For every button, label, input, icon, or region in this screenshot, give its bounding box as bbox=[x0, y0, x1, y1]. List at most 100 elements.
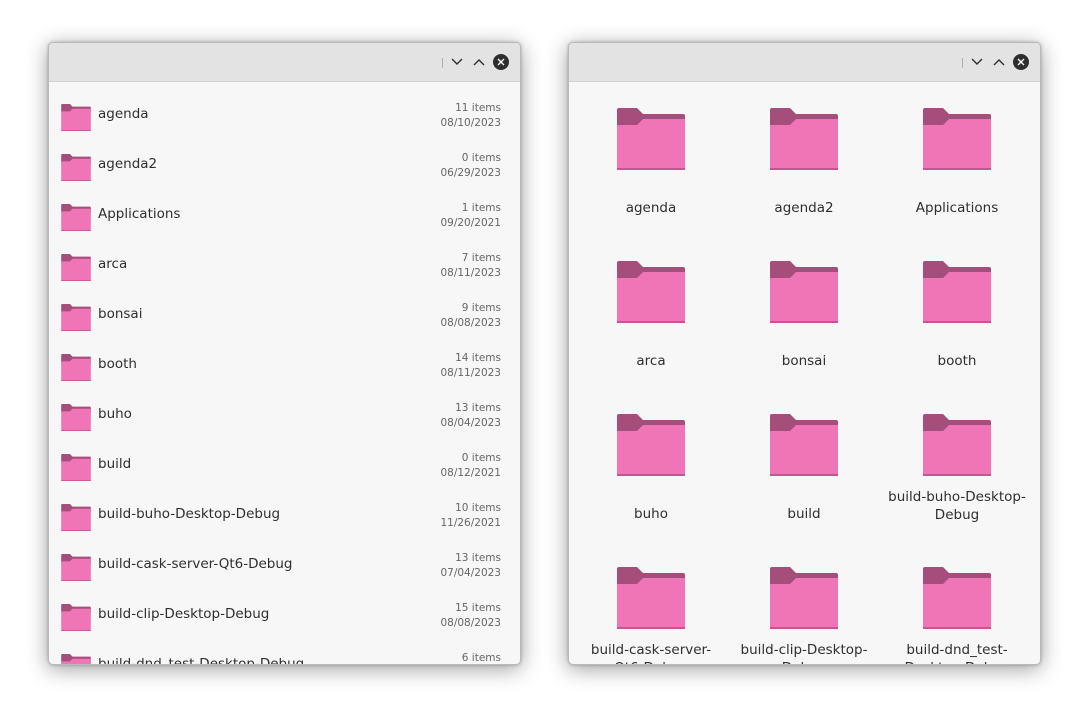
minimize-button[interactable] bbox=[447, 52, 467, 72]
item-count: 11 items bbox=[455, 102, 501, 114]
folder-icon-wrap bbox=[923, 414, 991, 480]
item-count: 10 items bbox=[455, 502, 501, 514]
item-name: Applications bbox=[98, 206, 181, 222]
list-item[interactable]: Applications 1 items 09/20/2021 bbox=[49, 188, 520, 238]
list-item[interactable]: build-clip-Desktop-Debug 15 items 08/08/20… bbox=[49, 588, 520, 638]
folder-icon bbox=[61, 204, 91, 231]
grid-item[interactable]: build-buho-Desktop-Debug bbox=[882, 390, 1032, 540]
folder-icon bbox=[617, 414, 685, 476]
grid-item[interactable]: booth bbox=[882, 237, 1032, 387]
titlebar[interactable] bbox=[569, 43, 1040, 82]
folder-icon bbox=[770, 261, 838, 323]
list-item[interactable]: build-cask-server-Qt6-Debug 13 items 07/04… bbox=[49, 538, 520, 588]
item-meta: 0 items 06/29/2023 bbox=[440, 151, 501, 181]
titlebar-separator bbox=[442, 58, 443, 68]
folder-icon-wrap bbox=[61, 354, 91, 385]
item-name: bonsai bbox=[781, 353, 827, 369]
item-name: agenda2 bbox=[98, 156, 158, 172]
folder-icon-wrap bbox=[61, 454, 91, 485]
grid-item[interactable]: agenda bbox=[576, 84, 726, 234]
item-meta: 13 items 07/04/2023 bbox=[440, 551, 501, 581]
folder-icon-wrap bbox=[61, 604, 91, 635]
item-count: 13 items bbox=[455, 402, 501, 414]
item-count: 15 items bbox=[455, 602, 501, 614]
folder-icon bbox=[770, 414, 838, 476]
item-name: build-clip-Desktop-Debug bbox=[98, 606, 270, 622]
grid-item[interactable]: Applications bbox=[882, 84, 1032, 234]
titlebar[interactable] bbox=[49, 43, 520, 82]
grid-item[interactable]: arca bbox=[576, 237, 726, 387]
folder-icon-wrap bbox=[617, 414, 685, 480]
item-meta: 0 items 08/12/2021 bbox=[440, 451, 501, 481]
item-date: 09/20/2021 bbox=[440, 217, 501, 229]
list-item[interactable]: booth 14 items 08/11/2023 bbox=[49, 338, 520, 388]
folder-icon-wrap bbox=[61, 154, 91, 185]
grid-item[interactable]: buho bbox=[576, 390, 726, 540]
item-meta: 9 items 08/08/2023 bbox=[440, 301, 501, 331]
item-meta: 14 items 08/11/2023 bbox=[440, 351, 501, 381]
item-count: 9 items bbox=[461, 302, 501, 314]
folder-icon bbox=[617, 567, 685, 629]
item-name: booth bbox=[98, 356, 137, 372]
item-name: build-dnd_test-Desktop-Debug bbox=[905, 642, 1010, 664]
item-date: 06/29/2023 bbox=[440, 167, 501, 179]
folder-icon-wrap bbox=[617, 108, 685, 174]
folder-icon bbox=[61, 404, 91, 431]
minimize-button[interactable] bbox=[967, 52, 987, 72]
list-item[interactable]: agenda2 0 items 06/29/2023 bbox=[49, 138, 520, 188]
chevron-down-icon bbox=[451, 58, 463, 65]
list-item[interactable]: buho 13 items 08/04/2023 bbox=[49, 388, 520, 438]
chevron-up-icon bbox=[993, 59, 1005, 66]
grid-item[interactable]: build-clip-Desktop-Debug bbox=[729, 543, 879, 664]
file-grid: agenda agenda2 Applications arca bonsai booth… bbox=[569, 82, 1040, 664]
folder-icon bbox=[61, 354, 91, 381]
folder-icon bbox=[770, 567, 838, 629]
folder-icon bbox=[61, 554, 91, 581]
list-item[interactable]: agenda 11 items 08/10/2023 bbox=[49, 88, 520, 138]
folder-icon bbox=[770, 108, 838, 170]
item-date: 08/11/2023 bbox=[440, 267, 501, 279]
item-date: 11/26/2021 bbox=[440, 517, 501, 529]
maximize-button[interactable] bbox=[989, 52, 1009, 72]
list-item[interactable]: arca 7 items 08/11/2023 bbox=[49, 238, 520, 288]
folder-icon-wrap bbox=[61, 554, 91, 585]
item-name: arca bbox=[636, 353, 666, 369]
list-item[interactable]: build-dnd_test-Desktop-Debug 6 items04/27… bbox=[49, 638, 520, 664]
titlebar-separator bbox=[962, 58, 963, 68]
close-button[interactable] bbox=[491, 52, 511, 72]
item-name: buho bbox=[634, 506, 668, 522]
folder-icon-wrap bbox=[61, 104, 91, 135]
folder-icon-wrap bbox=[770, 261, 838, 327]
item-name: agenda bbox=[625, 200, 677, 216]
folder-icon-wrap bbox=[923, 567, 991, 633]
item-count: 1 items bbox=[461, 202, 501, 214]
item-date: 08/04/2023 bbox=[440, 417, 501, 429]
item-name: build bbox=[787, 506, 821, 522]
folder-icon-wrap bbox=[617, 261, 685, 327]
item-date: 08/08/2023 bbox=[440, 617, 501, 629]
grid-item[interactable]: build-cask-server-Qt6-Debug bbox=[576, 543, 726, 664]
maximize-button[interactable] bbox=[469, 52, 489, 72]
list-item[interactable]: build 0 items 08/12/2021 bbox=[49, 438, 520, 488]
folder-icon-wrap bbox=[770, 414, 838, 480]
grid-item[interactable]: build bbox=[729, 390, 879, 540]
item-name: booth bbox=[937, 353, 977, 369]
grid-item[interactable]: agenda2 bbox=[729, 84, 879, 234]
item-meta: 1 items 09/20/2021 bbox=[440, 201, 501, 231]
folder-icon-wrap bbox=[923, 108, 991, 174]
folder-icon-wrap bbox=[61, 304, 91, 335]
item-date: 08/11/2023 bbox=[440, 367, 501, 379]
list-item[interactable]: bonsai 9 items 08/08/2023 bbox=[49, 288, 520, 338]
file-manager-window-list-view: agenda 11 items 08/10/2023 agenda2 0 items 06… bbox=[48, 42, 521, 665]
folder-icon bbox=[61, 104, 91, 131]
list-item[interactable]: build-buho-Desktop-Debug 10 items 11/26/20… bbox=[49, 488, 520, 538]
grid-item[interactable]: build-dnd_test-Desktop-Debug bbox=[882, 543, 1032, 664]
item-meta: 13 items 08/04/2023 bbox=[440, 401, 501, 431]
folder-icon bbox=[923, 108, 991, 170]
close-icon bbox=[493, 54, 509, 70]
item-name: arca bbox=[98, 256, 128, 272]
grid-item[interactable]: bonsai bbox=[729, 237, 879, 387]
folder-icon bbox=[61, 154, 91, 181]
folder-icon bbox=[923, 567, 991, 629]
close-button[interactable] bbox=[1011, 52, 1031, 72]
